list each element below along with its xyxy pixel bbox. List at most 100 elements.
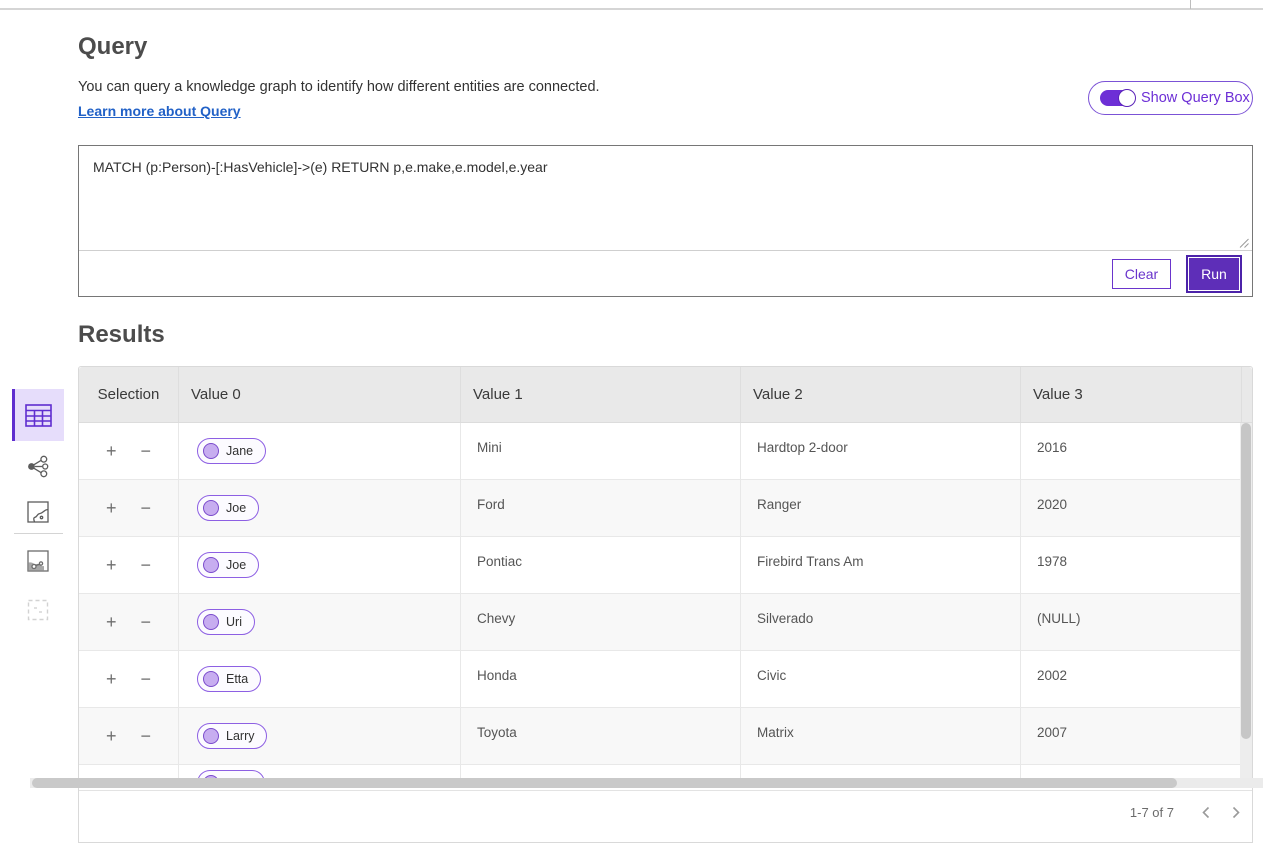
entity-name: Jane — [226, 444, 253, 458]
query-box-footer: Clear Run — [79, 251, 1252, 296]
entity-chip[interactable]: Joe — [197, 495, 259, 521]
selection-cell — [79, 765, 179, 778]
horizontal-scrollbar-thumb[interactable] — [32, 778, 1177, 788]
add-to-selection-button[interactable]: + — [106, 613, 117, 631]
remove-from-selection-button[interactable]: − — [141, 499, 152, 517]
add-to-selection-button[interactable]: + — [106, 727, 117, 745]
entity-chip[interactable]: Etta — [197, 666, 261, 692]
results-rows: + − Jane Mini Hardtop 2-door 2016 + − Jo… — [79, 423, 1252, 765]
page-title: Query — [78, 33, 147, 61]
cell-value3 — [1021, 765, 1242, 778]
column-header-value1: Value 1 — [461, 367, 741, 422]
chevron-left-icon — [1202, 806, 1210, 819]
entity-chip[interactable] — [197, 770, 265, 778]
table-row: + − Joe Ford Ranger 2020 — [79, 480, 1252, 537]
selection-tool-icon — [26, 598, 50, 622]
sidebar-divider — [14, 533, 63, 534]
selection-cell: + − — [79, 423, 179, 479]
cell-value3: (NULL) — [1021, 594, 1242, 650]
query-description: You can query a knowledge graph to ident… — [78, 79, 600, 95]
entity-icon — [203, 614, 219, 630]
selection-cell: + − — [79, 708, 179, 764]
entity-icon — [203, 500, 219, 516]
add-to-selection-button[interactable]: + — [106, 442, 117, 460]
cell-value2: Silverado — [741, 594, 1021, 650]
entity-cell: Jane — [179, 423, 461, 479]
remove-from-selection-button[interactable]: − — [141, 556, 152, 574]
entity-chip[interactable]: Joe — [197, 552, 259, 578]
sidebar-item-selection-tool-disabled — [12, 594, 64, 626]
column-header-value0: Value 0 — [179, 367, 461, 422]
selection-cell: + − — [79, 480, 179, 536]
cell-value2: Firebird Trans Am — [741, 537, 1021, 593]
table-view-icon — [25, 404, 52, 427]
entity-name: Uri — [226, 615, 242, 629]
entity-name: Joe — [226, 501, 246, 515]
show-query-box-toggle[interactable]: Show Query Box — [1088, 81, 1253, 115]
cell-value2 — [741, 765, 1021, 778]
sidebar-item-link-chart-view[interactable] — [12, 450, 64, 482]
selection-cell: + − — [79, 651, 179, 707]
learn-more-link[interactable]: Learn more about Query — [78, 103, 241, 119]
remove-from-selection-button[interactable]: − — [141, 727, 152, 745]
entity-icon — [203, 557, 219, 573]
vertical-scrollbar[interactable] — [1240, 423, 1252, 778]
entity-cell: Etta — [179, 651, 461, 707]
chevron-right-icon — [1232, 806, 1240, 819]
remove-from-selection-button[interactable]: − — [141, 613, 152, 631]
entity-chip[interactable]: Larry — [197, 723, 267, 749]
remove-from-selection-button[interactable]: − — [141, 670, 152, 688]
entity-cell: Joe — [179, 537, 461, 593]
clear-button[interactable]: Clear — [1112, 259, 1171, 289]
entity-cell: Joe — [179, 480, 461, 536]
entity-chip[interactable]: Uri — [197, 609, 255, 635]
entity-icon — [203, 728, 219, 744]
query-box: MATCH (p:Person)-[:HasVehicle]->(e) RETU… — [78, 145, 1253, 297]
entity-chip[interactable]: Jane — [197, 438, 266, 464]
map-overlay-icon — [26, 549, 50, 573]
entity-cell: Larry — [179, 708, 461, 764]
pagination-range-label: 1-7 of 7 — [1130, 805, 1174, 820]
cell-value3: 2020 — [1021, 480, 1242, 536]
entity-name: Larry — [226, 729, 254, 743]
table-header-row: Selection Value 0 Value 1 Value 2 Value … — [79, 367, 1252, 423]
previous-page-button[interactable] — [1200, 804, 1212, 821]
cell-value3: 2007 — [1021, 708, 1242, 764]
table-row-partial — [79, 765, 1252, 778]
cell-value1: Mini — [461, 423, 741, 479]
table-scroll-area: + − Jane Mini Hardtop 2-door 2016 + − Jo… — [79, 423, 1252, 778]
query-input[interactable]: MATCH (p:Person)-[:HasVehicle]->(e) RETU… — [79, 146, 1252, 250]
remove-from-selection-button[interactable]: − — [141, 442, 152, 460]
entity-cell — [179, 765, 461, 778]
table-row: + − Uri Chevy Silverado (NULL) — [79, 594, 1252, 651]
table-row: + − Joe Pontiac Firebird Trans Am 1978 — [79, 537, 1252, 594]
add-to-selection-button[interactable]: + — [106, 670, 117, 688]
sidebar-item-map-view[interactable] — [12, 496, 64, 528]
vertical-scrollbar-thumb[interactable] — [1241, 423, 1251, 739]
cell-value3: 2002 — [1021, 651, 1242, 707]
toggle-switch-on[interactable] — [1100, 90, 1134, 106]
sidebar-item-map-overlay-view[interactable] — [12, 545, 64, 577]
toggle-label: Show Query Box — [1141, 90, 1250, 106]
map-view-icon — [26, 500, 50, 524]
link-chart-icon — [26, 454, 51, 479]
table-row: + − Larry Toyota Matrix 2007 — [79, 708, 1252, 765]
cell-value2: Civic — [741, 651, 1021, 707]
cell-value3: 1978 — [1021, 537, 1242, 593]
footer-divider — [79, 790, 1252, 791]
cell-value2: Matrix — [741, 708, 1021, 764]
sidebar-item-table-view[interactable] — [12, 389, 64, 441]
results-title: Results — [78, 321, 165, 349]
run-button[interactable]: Run — [1189, 258, 1239, 290]
cell-value1 — [461, 765, 741, 778]
add-to-selection-button[interactable]: + — [106, 556, 117, 574]
column-header-value3: Value 3 — [1021, 367, 1242, 422]
results-card: Selection Value 0 Value 1 Value 2 Value … — [78, 366, 1253, 843]
add-to-selection-button[interactable]: + — [106, 499, 117, 517]
table-row: + − Jane Mini Hardtop 2-door 2016 — [79, 423, 1252, 480]
next-page-button[interactable] — [1230, 804, 1242, 821]
toggle-knob — [1118, 89, 1136, 107]
cell-value1: Pontiac — [461, 537, 741, 593]
horizontal-scrollbar[interactable] — [30, 778, 1263, 788]
entity-name: Etta — [226, 672, 248, 686]
